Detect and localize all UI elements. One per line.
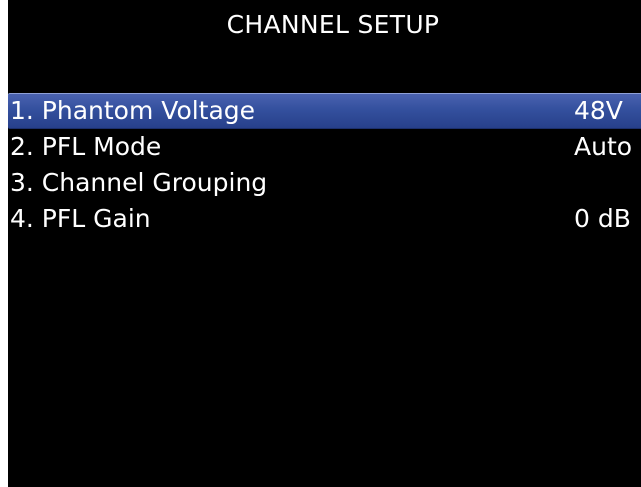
menu-item-label: 3. Channel Grouping (10, 168, 268, 197)
menu-item-label: 1. Phantom Voltage (10, 96, 256, 125)
screen-title: CHANNEL SETUP (226, 10, 440, 39)
menu-item-value: 48V (574, 96, 623, 125)
menu-item-phantom-voltage[interactable]: 1. Phantom Voltage 48V (8, 93, 641, 129)
menu-item-value: Auto (574, 132, 633, 161)
menu-item-label: 2. PFL Mode (10, 132, 162, 161)
device-screen: CHANNEL SETUP 1. Phantom Voltage 48V 2. … (8, 0, 641, 487)
menu-item-pfl-gain[interactable]: 4. PFL Gain 0 dB (8, 202, 641, 238)
menu-item-channel-grouping[interactable]: 3. Channel Grouping (8, 166, 641, 202)
menu-item-pfl-mode[interactable]: 2. PFL Mode Auto (8, 130, 641, 166)
menu-item-value: 0 dB (574, 204, 631, 233)
menu-item-label: 4. PFL Gain (10, 204, 151, 233)
channel-setup-menu: 1. Phantom Voltage 48V 2. PFL Mode Auto … (8, 93, 641, 238)
